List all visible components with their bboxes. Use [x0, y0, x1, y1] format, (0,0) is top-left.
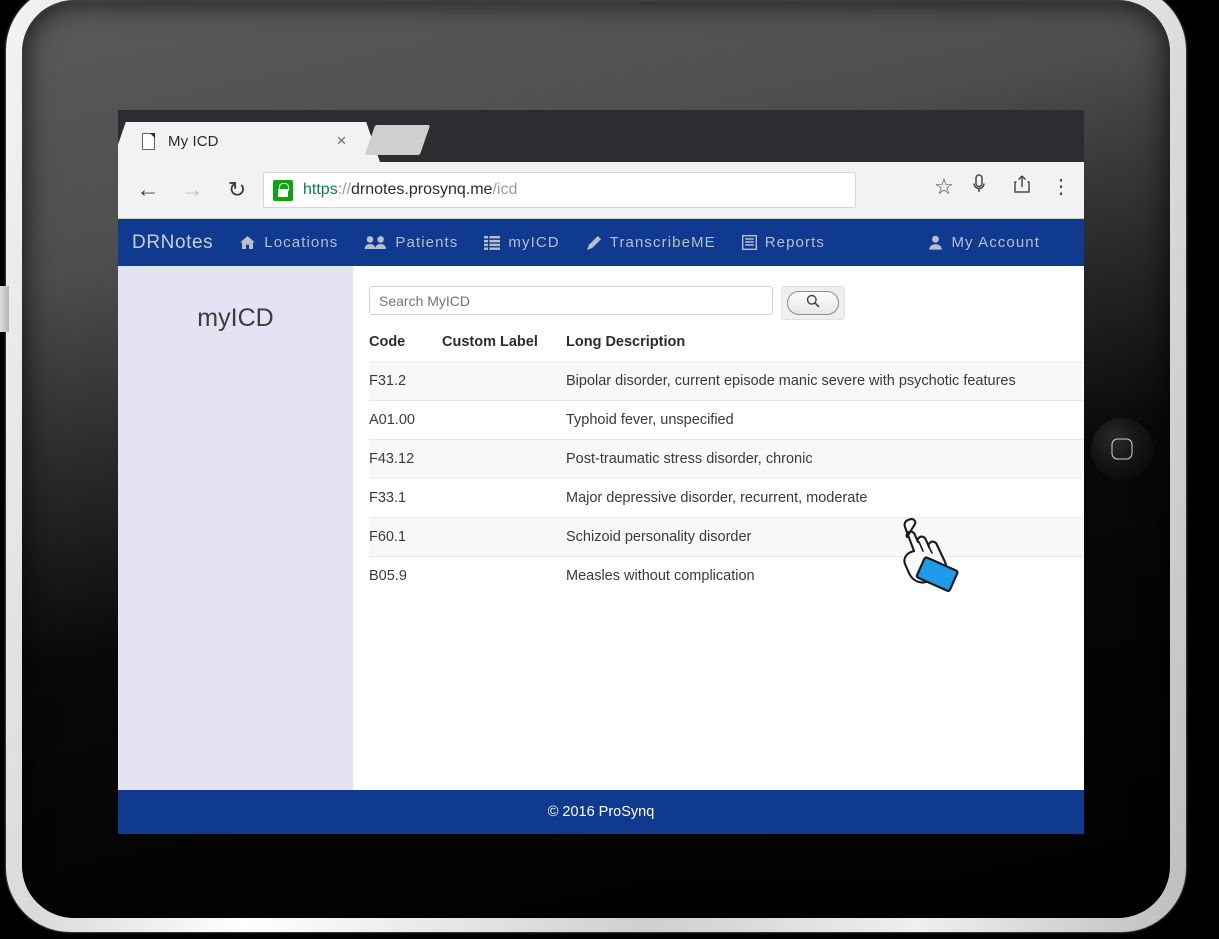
- icd-table-head: Code Custom Label Long Description: [369, 330, 1083, 362]
- forward-arrow-icon[interactable]: →: [176, 174, 208, 206]
- cell-custom-label: [442, 556, 566, 595]
- screenshot-scene: My ICD × ← → ↻ https://drnotes.prosynq.m…: [0, 0, 1219, 939]
- cell-long-description: Schizoid personality disorder: [566, 517, 1083, 557]
- main-panel: Code Custom Label Long Description F31.2…: [353, 266, 1084, 790]
- footer-text: © 2016 ProSynq: [547, 804, 655, 820]
- icd-table: Code Custom Label Long Description F31.2…: [369, 330, 1083, 595]
- icd-table-body: F31.2 Bipolar disorder, current episode m…: [369, 361, 1083, 595]
- cell-long-description: Post-traumatic stress disorder, chronic: [566, 439, 1083, 479]
- magnifier-icon: [806, 294, 820, 313]
- cell-long-description: Bipolar disorder, current episode manic …: [566, 361, 1083, 401]
- nav-item-label: TranscribeME: [609, 234, 716, 251]
- page-content: myICD Code: [118, 266, 1084, 790]
- cell-code: F60.1: [369, 517, 442, 557]
- nav-item-locations[interactable]: Locations: [239, 234, 338, 251]
- table-header-row: Code Custom Label Long Description: [369, 330, 1083, 362]
- table-row[interactable]: A01.00 Typhoid fever, unspecified: [369, 400, 1083, 440]
- nav-item-patients[interactable]: Patients: [364, 234, 458, 251]
- browser-tab[interactable]: My ICD ×: [126, 122, 366, 162]
- cell-long-description: Typhoid fever, unspecified: [566, 400, 1083, 440]
- cell-custom-label: [442, 400, 566, 440]
- brand-logo[interactable]: DRNotes: [132, 232, 213, 254]
- search-button-container: [781, 286, 845, 320]
- cell-code: A01.00: [369, 400, 442, 440]
- cell-custom-label: [442, 361, 566, 401]
- nav-item-label: My Account: [951, 234, 1040, 251]
- browser-tab-strip: My ICD ×: [118, 110, 1084, 162]
- bookmark-star-icon[interactable]: ☆: [930, 174, 958, 200]
- search-row: [369, 286, 1084, 320]
- address-bar[interactable]: https://drnotes.prosynq.me/icd: [263, 172, 856, 208]
- nav-item-my-account[interactable]: My Account: [928, 234, 1040, 251]
- browser-tab-title: My ICD: [168, 133, 219, 150]
- back-arrow-icon[interactable]: ←: [132, 174, 164, 206]
- table-row[interactable]: F33.1 Major depressive disorder, recurren…: [369, 478, 1083, 518]
- search-input[interactable]: [369, 286, 773, 315]
- share-icon[interactable]: [1008, 174, 1036, 200]
- cell-code: F43.12: [369, 439, 442, 479]
- nav-item-reports[interactable]: Reports: [741, 234, 825, 251]
- page-icon: [142, 133, 155, 150]
- nav-item-label: myICD: [508, 234, 560, 251]
- url-separator: ://: [337, 181, 352, 198]
- volume-button[interactable]: [0, 286, 9, 332]
- sidebar: myICD: [118, 266, 353, 790]
- cell-code: B05.9: [369, 556, 442, 595]
- new-tab-button[interactable]: [364, 125, 431, 155]
- lock-icon[interactable]: [273, 180, 293, 201]
- cell-custom-label: [442, 439, 566, 479]
- cell-code: F31.2: [369, 361, 442, 401]
- user-icon: [928, 235, 943, 250]
- browser-window: My ICD × ← → ↻ https://drnotes.prosynq.m…: [118, 110, 1084, 834]
- home-button[interactable]: [1091, 418, 1153, 480]
- cell-long-description: Measles without complication: [566, 556, 1083, 595]
- cell-custom-label: [442, 517, 566, 557]
- report-icon: [741, 235, 757, 250]
- app-navbar: DRNotes Locations Patients myICD Transcr…: [118, 219, 1084, 266]
- cell-long-description: Major depressive disorder, recurrent, mo…: [566, 478, 1083, 518]
- nav-item-transcribeme[interactable]: TranscribeME: [586, 234, 716, 251]
- browser-toolbar: ← → ↻ https://drnotes.prosynq.me/icd ☆ ⋮: [118, 162, 1084, 219]
- reload-icon[interactable]: ↻: [221, 174, 253, 206]
- nav-item-label: Reports: [764, 234, 825, 251]
- column-header-long-description[interactable]: Long Description: [566, 330, 1083, 362]
- users-icon: [364, 235, 387, 250]
- table-row[interactable]: F43.12 Post-traumatic stress disorder, ch…: [369, 439, 1083, 479]
- table-row[interactable]: F60.1 Schizoid personality disorder: [369, 517, 1083, 557]
- browser-menu-icon[interactable]: ⋮: [1047, 174, 1075, 200]
- cell-custom-label: [442, 478, 566, 518]
- pencil-icon: [586, 235, 602, 251]
- url-host: drnotes.prosynq.me: [351, 181, 493, 198]
- url-scheme: https: [303, 181, 338, 198]
- home-button-square-icon: [1111, 438, 1133, 460]
- page-title: myICD: [197, 304, 274, 332]
- url-path: /icd: [492, 181, 518, 198]
- column-header-code[interactable]: Code: [369, 330, 442, 362]
- table-row[interactable]: B05.9 Measles without complication: [369, 556, 1083, 595]
- nav-item-label: Patients: [395, 234, 459, 251]
- page-footer: © 2016 ProSynq: [118, 790, 1084, 834]
- column-header-custom-label[interactable]: Custom Label: [442, 330, 566, 362]
- list-icon: [484, 235, 501, 250]
- address-bar-url: https://drnotes.prosynq.me/icd: [303, 181, 517, 199]
- cell-code: F33.1: [369, 478, 442, 518]
- search-button[interactable]: [787, 291, 839, 315]
- nav-item-label: Locations: [264, 234, 339, 251]
- close-icon[interactable]: ×: [333, 132, 350, 150]
- table-row[interactable]: F31.2 Bipolar disorder, current episode m…: [369, 361, 1083, 401]
- microphone-icon[interactable]: [965, 174, 993, 201]
- nav-item-myicd[interactable]: myICD: [484, 234, 559, 251]
- home-icon: [239, 235, 256, 250]
